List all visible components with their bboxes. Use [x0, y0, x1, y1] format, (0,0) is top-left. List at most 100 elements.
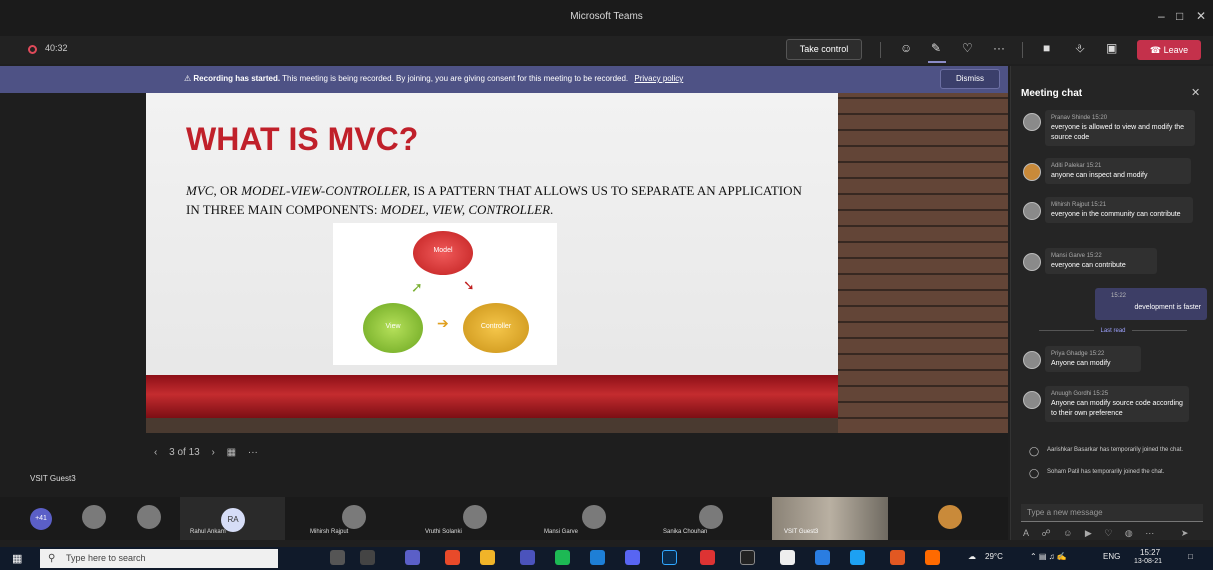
participant-tile[interactable]: [930, 497, 970, 540]
explorer-icon[interactable]: [480, 550, 495, 565]
participant-tile[interactable]: Sanika Chouhan: [655, 497, 765, 540]
system-message-text: Aarishkar Basarkar has temporarily joine…: [1047, 447, 1184, 453]
attach-icon[interactable]: ☍: [1042, 528, 1051, 538]
participant-tile[interactable]: [70, 497, 110, 540]
taskbar-search[interactable]: ⚲ Type here to search: [40, 549, 278, 568]
temperature[interactable]: 29°C: [985, 552, 1003, 561]
message-author: Anuugh Gordhi: [1051, 391, 1092, 397]
chrome-icon[interactable]: [445, 550, 460, 565]
avatar: [1023, 163, 1041, 181]
toolbar-divider: [1022, 42, 1023, 58]
chat-icon[interactable]: ✎: [931, 41, 941, 55]
grid-view-icon[interactable]: ▦: [227, 447, 236, 458]
gif-icon[interactable]: ▶: [1085, 528, 1092, 538]
participant-tile[interactable]: Vruthi Solanki: [415, 497, 530, 540]
sticker-icon[interactable]: ♡: [1104, 528, 1112, 538]
app-icon[interactable]: [850, 550, 865, 565]
participant-name: Mansi Garve: [544, 529, 579, 535]
language-indicator[interactable]: ENG: [1103, 552, 1120, 561]
notifications-icon[interactable]: □: [1188, 552, 1193, 561]
close-window-button[interactable]: ✕: [1196, 9, 1206, 23]
maximize-button[interactable]: □: [1176, 9, 1183, 23]
chat-message: Pranav Shinde 15:20 everyone is allowed …: [1045, 110, 1195, 146]
camera-icon[interactable]: ■: [1043, 41, 1050, 55]
system-message-text: Soham Patil has temporarily joined the c…: [1047, 469, 1165, 475]
slide-body: MVC, or Model-View-Controller, is a patt…: [186, 181, 806, 219]
clock-date[interactable]: 13-08-21: [1134, 558, 1162, 565]
teams-icon[interactable]: [405, 550, 420, 565]
background-floor: [146, 418, 838, 433]
arrow-icon: ➚: [411, 279, 423, 295]
privacy-policy-link[interactable]: Privacy policy: [634, 74, 683, 83]
format-icon[interactable]: A: [1023, 528, 1029, 538]
app-icon[interactable]: [780, 550, 795, 565]
slide-counter: 3 of 13: [169, 447, 200, 458]
next-slide-button[interactable]: ›: [212, 447, 215, 458]
slide-footer-band: [146, 375, 838, 418]
app-icon[interactable]: [815, 550, 830, 565]
leave-label: Leave: [1163, 45, 1189, 55]
send-icon[interactable]: ➤: [1181, 528, 1189, 538]
message-text: anyone can inspect and modify: [1051, 172, 1148, 179]
participant-tile[interactable]: [125, 497, 165, 540]
avatar: [938, 505, 962, 529]
avatar: [82, 505, 106, 529]
photoshop-icon[interactable]: [662, 550, 677, 565]
slide-body-term: Model, View, Controller: [380, 202, 551, 217]
arrow-icon: ➘: [463, 277, 475, 293]
join-chat-icon: ◯: [1029, 446, 1040, 456]
emoji-icon[interactable]: ☺: [1063, 528, 1072, 538]
app-icon[interactable]: [890, 550, 905, 565]
chat-compose-input[interactable]: Type a new message: [1021, 504, 1203, 522]
discord-icon[interactable]: [625, 550, 640, 565]
reactions-icon[interactable]: ♡: [962, 41, 973, 55]
windows-start-icon[interactable]: ▦: [12, 552, 22, 565]
participant-name: Sanika Chouhan: [663, 529, 708, 535]
share-screen-icon[interactable]: ▣: [1106, 41, 1117, 55]
participant-name: Mihirsh Rajput: [310, 529, 349, 535]
title-bar: Microsoft Teams – □ ✕: [0, 0, 1213, 36]
vscode-icon[interactable]: [590, 550, 605, 565]
more-actions-button[interactable]: ···: [993, 41, 1005, 55]
presenter-name: VSIT Guest3: [30, 474, 76, 483]
slide-body-text: , or: [213, 183, 242, 198]
weather-icon[interactable]: ☁: [968, 552, 976, 561]
message-time: 15:20: [1092, 115, 1108, 121]
message-author: Mihirsh Rajput: [1051, 202, 1090, 208]
participant-tile[interactable]: Mihirsh Rajput: [300, 497, 405, 540]
close-chat-button[interactable]: ✕: [1191, 86, 1200, 99]
cortana-icon[interactable]: [330, 550, 345, 565]
loop-icon[interactable]: ◍: [1125, 528, 1133, 538]
participant-video[interactable]: VSIT Guest3: [772, 497, 888, 540]
participants-icon[interactable]: ☺: [900, 41, 912, 55]
avatar: [1023, 113, 1041, 131]
presentation-slide: WHAT IS MVC? MVC, or Model-View-Controll…: [146, 93, 838, 418]
dismiss-button[interactable]: Dismiss: [940, 69, 1000, 89]
system-message: ◯ Aarishkar Basarkar has temporarily joi…: [1029, 446, 1191, 456]
message-text: everyone can contribute: [1051, 262, 1126, 269]
participant-tile[interactable]: Mansi Garve: [540, 497, 645, 540]
previous-slide-button[interactable]: ‹: [154, 447, 157, 458]
system-tray-icons[interactable]: ⌃ ▤ ♫ ✍: [1030, 552, 1067, 561]
spotify-icon[interactable]: [555, 550, 570, 565]
message-time: 15:22: [1086, 253, 1102, 259]
more-participants-badge[interactable]: +41: [30, 508, 52, 530]
message-text: everyone in the community can contribute: [1051, 211, 1181, 218]
teams-app-icon[interactable]: [520, 550, 535, 565]
browser-icon[interactable]: [700, 550, 715, 565]
clock-time[interactable]: 15:27: [1140, 548, 1160, 557]
app-icon[interactable]: [740, 550, 755, 565]
leave-button[interactable]: ☎ Leave: [1137, 40, 1201, 60]
chat-title: Meeting chat: [1021, 88, 1083, 99]
app-icon[interactable]: [925, 550, 940, 565]
task-view-icon[interactable]: [360, 550, 375, 565]
slide-more-button[interactable]: ···: [248, 447, 258, 458]
microphone-icon[interactable]: ⎀: [1075, 41, 1085, 56]
my-chat-message: 15:22 development is faster: [1095, 288, 1207, 320]
take-control-button[interactable]: Take control: [786, 39, 862, 60]
minimize-button[interactable]: –: [1158, 9, 1165, 23]
avatar: [463, 505, 487, 529]
search-placeholder: Type here to search: [66, 553, 146, 563]
avatar: [582, 505, 606, 529]
compose-more-icon[interactable]: ⋯: [1145, 528, 1154, 538]
